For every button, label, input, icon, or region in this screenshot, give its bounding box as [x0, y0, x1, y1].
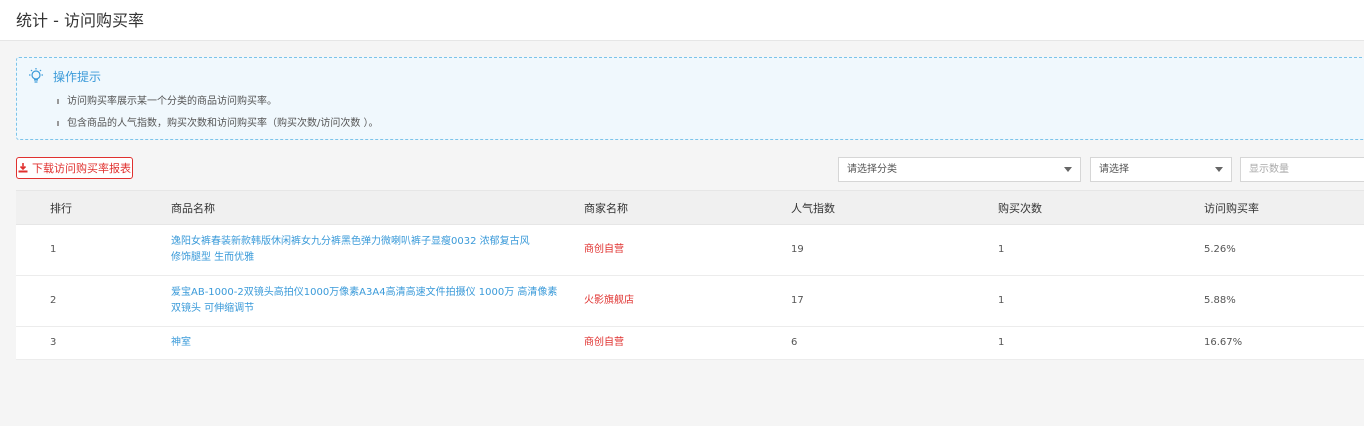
page-header: 统计 - 访问购买率	[0, 0, 1364, 41]
table-header-row: 排行 商品名称 商家名称 人气指数 购买次数 访问购买率	[16, 190, 1364, 225]
goods-link[interactable]: 神室	[171, 335, 584, 351]
purchase-rate-table: 排行 商品名称 商家名称 人气指数 购买次数 访问购买率 1 逸阳女裤春装新款韩…	[16, 190, 1364, 360]
header-purchases: 购买次数	[998, 190, 1204, 225]
cell-rate: 5.26%	[1204, 224, 1364, 276]
goods-link[interactable]: 爱宝AB-1000-2双镜头高拍仪1000万像素A3A4高清高速文件拍摄仪 10…	[171, 285, 584, 317]
tips-title: 操作提示	[53, 69, 102, 84]
download-icon	[18, 163, 28, 173]
chevron-down-icon	[1215, 167, 1223, 172]
display-count-input[interactable]	[1240, 157, 1364, 182]
goods-name-line: 双镜头 可伸缩调节	[171, 303, 255, 314]
cell-purchases: 1	[998, 326, 1204, 360]
cell-purchases: 1	[998, 275, 1204, 327]
category-select[interactable]: 请选择分类	[838, 157, 1081, 182]
cell-shop-name: 商创自营	[584, 326, 791, 360]
cell-popularity: 17	[791, 275, 998, 327]
goods-link[interactable]: 逸阳女裤春装新款韩版休闲裤女九分裤黑色弹力微喇叭裤子显瘦0032 浓郁复古风 修…	[171, 234, 584, 266]
sub-select[interactable]: 请选择	[1090, 157, 1232, 182]
sub-select-value: 请选择	[1099, 164, 1129, 175]
tips-item: 包含商品的人气指数，购买次数和访问购买率（购买次数/访问次数 ）。	[55, 116, 379, 138]
cell-rank: 3	[16, 326, 171, 360]
cell-goods-name: 神室	[171, 326, 584, 360]
header-shop-name: 商家名称	[584, 190, 791, 225]
chevron-down-icon	[1064, 167, 1072, 172]
page-title: 统计 - 访问购买率	[16, 11, 144, 30]
cell-goods-name: 逸阳女裤春装新款韩版休闲裤女九分裤黑色弹力微喇叭裤子显瘦0032 浓郁复古风 修…	[171, 224, 584, 276]
tips-item: 访问购买率展示某一个分类的商品访问购买率。	[55, 94, 379, 116]
category-select-value: 请选择分类	[847, 164, 897, 175]
goods-name-line: 修饰腿型 生而优雅	[171, 252, 255, 263]
cell-rank: 2	[16, 275, 171, 327]
table-row: 2 爱宝AB-1000-2双镜头高拍仪1000万像素A3A4高清高速文件拍摄仪 …	[16, 275, 1364, 327]
download-report-button[interactable]: 下载访问购买率报表	[16, 157, 133, 179]
header-goods-name: 商品名称	[171, 190, 584, 225]
cell-goods-name: 爱宝AB-1000-2双镜头高拍仪1000万像素A3A4高清高速文件拍摄仪 10…	[171, 275, 584, 327]
cell-rate: 16.67%	[1204, 326, 1364, 360]
header-rank: 排行	[16, 190, 171, 225]
cell-shop-name: 火影旗舰店	[584, 275, 791, 327]
cell-rank: 1	[16, 224, 171, 276]
cell-popularity: 6	[791, 326, 998, 360]
goods-name-line: 爱宝AB-1000-2双镜头高拍仪1000万像素A3A4高清高速文件拍摄仪 10…	[171, 287, 558, 298]
header-popularity: 人气指数	[791, 190, 998, 225]
goods-name-line: 逸阳女裤春装新款韩版休闲裤女九分裤黑色弹力微喇叭裤子显瘦0032 浓郁复古风	[171, 236, 530, 247]
download-report-label: 下载访问购买率报表	[32, 162, 131, 175]
table-row: 3 神室 商创自营 6 1 16.67%	[16, 326, 1364, 360]
header-visit-purchase-rate: 访问购买率	[1204, 190, 1364, 225]
cell-purchases: 1	[998, 224, 1204, 276]
tips-list: 访问购买率展示某一个分类的商品访问购买率。 包含商品的人气指数，购买次数和访问购…	[55, 94, 379, 138]
lightbulb-icon	[27, 67, 45, 85]
table-row: 1 逸阳女裤春装新款韩版休闲裤女九分裤黑色弹力微喇叭裤子显瘦0032 浓郁复古风…	[16, 224, 1364, 276]
cell-shop-name: 商创自营	[584, 224, 791, 276]
cell-popularity: 19	[791, 224, 998, 276]
cell-rate: 5.88%	[1204, 275, 1364, 327]
operation-tips-panel: 操作提示 访问购买率展示某一个分类的商品访问购买率。 包含商品的人气指数，购买次…	[16, 57, 1364, 140]
tips-header: 操作提示	[27, 67, 101, 85]
